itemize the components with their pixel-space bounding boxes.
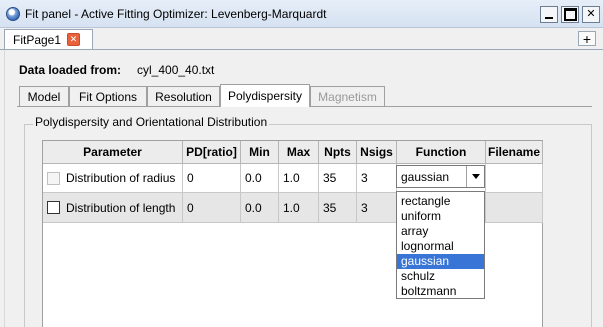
window-title: Fit panel - Active Fitting Optimizer: Le… bbox=[25, 7, 327, 21]
param-cell-radius[interactable]: Distribution of radius bbox=[43, 164, 183, 193]
dropdown-option-boltzmann[interactable]: boltzmann bbox=[397, 284, 484, 299]
data-loaded-label: Data loaded from: bbox=[19, 63, 122, 77]
maximize-button[interactable] bbox=[561, 6, 579, 23]
dropdown-option-array[interactable]: array bbox=[397, 224, 484, 239]
dropdown-option-gaussian[interactable]: gaussian bbox=[397, 254, 484, 269]
max-field-radius[interactable]: 1.0 bbox=[279, 164, 319, 193]
tab-resolution[interactable]: Resolution bbox=[147, 86, 220, 106]
max-field-length[interactable]: 1.0 bbox=[279, 193, 319, 223]
tab-fitpage1-label: FitPage1 bbox=[13, 32, 62, 47]
chevron-down-icon[interactable] bbox=[466, 166, 484, 187]
min-field-radius[interactable]: 0.0 bbox=[241, 164, 279, 193]
minimize-button[interactable] bbox=[540, 6, 558, 23]
min-field-length[interactable]: 0.0 bbox=[241, 193, 279, 223]
app-icon bbox=[6, 7, 20, 21]
function-select-radius[interactable]: gaussian bbox=[396, 165, 485, 188]
dropdown-option-lognormal[interactable]: lognormal bbox=[397, 239, 484, 254]
function-dropdown-list: rectangle uniform array lognormal gaussi… bbox=[396, 191, 485, 299]
col-header-min: Min bbox=[241, 141, 279, 164]
col-header-filename: Filename bbox=[486, 141, 543, 164]
dropdown-option-uniform[interactable]: uniform bbox=[397, 209, 484, 224]
filename-cell-length[interactable] bbox=[486, 193, 543, 223]
data-filename: cyl_400_40.txt bbox=[137, 63, 215, 77]
tab-magnetism: Magnetism bbox=[310, 86, 385, 106]
nsigs-field-radius[interactable]: 3 bbox=[357, 164, 397, 193]
param-cell-length[interactable]: Distribution of length bbox=[43, 193, 183, 223]
length-checkbox[interactable] bbox=[47, 201, 60, 214]
tab-fitpage1[interactable]: FitPage1 ✕ bbox=[4, 29, 93, 49]
dropdown-option-schulz[interactable]: schulz bbox=[397, 269, 484, 284]
tab-model[interactable]: Model bbox=[19, 86, 69, 106]
npts-field-radius[interactable]: 35 bbox=[319, 164, 357, 193]
col-header-function: Function bbox=[397, 141, 486, 164]
param-name-length: Distribution of length bbox=[66, 200, 176, 215]
tab-close-icon[interactable]: ✕ bbox=[67, 33, 81, 46]
close-button[interactable] bbox=[582, 6, 600, 23]
tab-polydispersity[interactable]: Polydispersity bbox=[220, 84, 310, 107]
pd-field-radius[interactable]: 0 bbox=[183, 164, 241, 193]
col-header-max: Max bbox=[279, 141, 319, 164]
radius-checkbox[interactable] bbox=[47, 171, 60, 185]
add-page-button[interactable]: + bbox=[578, 31, 596, 46]
filename-cell-radius[interactable] bbox=[486, 164, 543, 193]
pd-field-length[interactable]: 0 bbox=[183, 193, 241, 223]
col-header-nsigs: Nsigs bbox=[357, 141, 397, 164]
tab-fit-options[interactable]: Fit Options bbox=[69, 86, 147, 106]
dropdown-option-rectangle[interactable]: rectangle bbox=[397, 194, 484, 209]
col-header-parameter: Parameter bbox=[43, 141, 183, 164]
col-header-pd: PD[ratio] bbox=[183, 141, 241, 164]
nsigs-field-length[interactable]: 3 bbox=[357, 193, 397, 223]
function-select-value: gaussian bbox=[401, 169, 450, 184]
col-header-npts: Npts bbox=[319, 141, 357, 164]
param-name-radius: Distribution of radius bbox=[66, 171, 176, 185]
group-title: Polydispersity and Orientational Distrib… bbox=[33, 115, 270, 129]
npts-field-length[interactable]: 35 bbox=[319, 193, 357, 223]
